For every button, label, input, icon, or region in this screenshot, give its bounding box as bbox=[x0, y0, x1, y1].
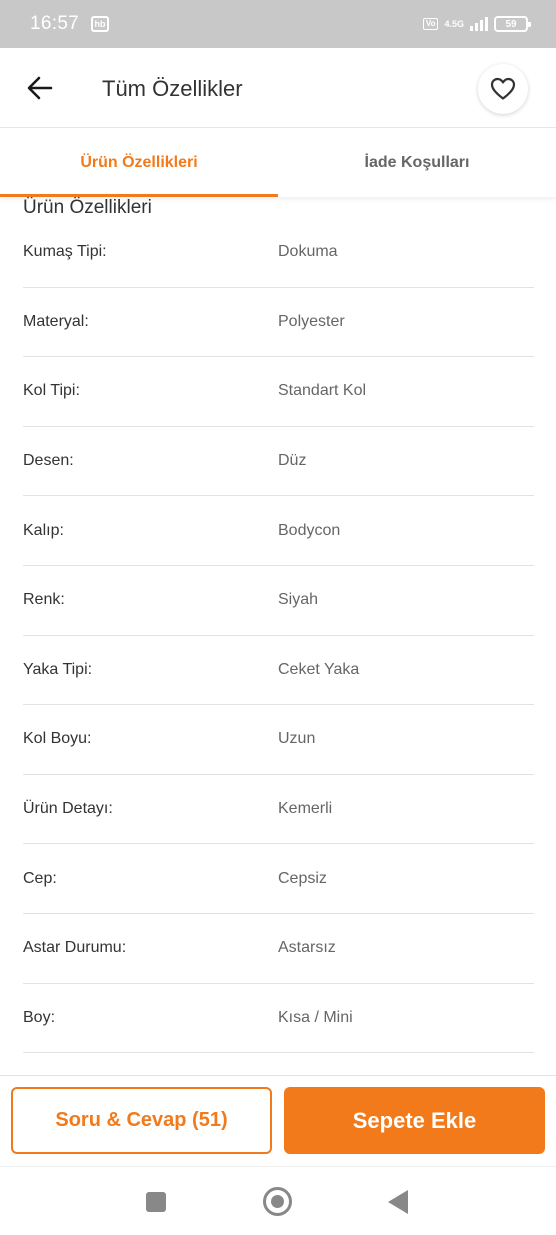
feature-row: Kol Tipi: Standart Kol bbox=[23, 357, 534, 427]
feature-value: Düz bbox=[278, 452, 307, 470]
tab-bar: Ürün Özellikleri İade Koşulları bbox=[0, 129, 556, 197]
feature-row: Yaka Tipi: Ceket Yaka bbox=[23, 636, 534, 706]
square-icon[interactable] bbox=[146, 1192, 166, 1212]
network-type: 4.5G bbox=[444, 18, 464, 29]
feature-key: Cep: bbox=[23, 869, 57, 887]
feature-row: Kumaş Tipi: Dokuma bbox=[23, 218, 534, 288]
feature-row: Kalıp: Bodycon bbox=[23, 496, 534, 566]
feature-key: Boy: bbox=[23, 1008, 56, 1026]
feature-key: Desen: bbox=[23, 452, 74, 470]
triangle-back-icon[interactable] bbox=[388, 1190, 408, 1214]
feature-key: Renk: bbox=[23, 591, 65, 609]
app-header: Tüm Özellikler bbox=[0, 48, 556, 128]
status-time: 16:57 bbox=[30, 13, 80, 34]
feature-key: Kalıp: bbox=[23, 521, 64, 539]
feature-value: Siyah bbox=[278, 591, 319, 609]
app-badge-icon: hb bbox=[91, 16, 110, 32]
feature-key: Materyal: bbox=[23, 312, 89, 330]
features-list: Kumaş Tipi: Dokuma Materyal: Polyester Kol… bbox=[23, 218, 534, 1054]
back-button[interactable] bbox=[24, 72, 56, 104]
feature-key: Kumaş Tipi: bbox=[23, 243, 107, 261]
features-content[interactable]: Ürün Özellikleri Kumaş Tipi: Dokuma Mater… bbox=[0, 197, 556, 1075]
status-bar: 16:57 hb Vo 4.5G 59 bbox=[0, 0, 556, 48]
arrow-left-icon bbox=[27, 76, 53, 100]
battery-icon: 59 bbox=[494, 16, 531, 32]
add-to-cart-button[interactable]: Sepete Ekle bbox=[284, 1087, 545, 1154]
feature-row: Astar Durumu: Astarsız bbox=[23, 914, 534, 984]
feature-value: Cepsiz bbox=[278, 869, 327, 887]
favorite-button[interactable] bbox=[478, 64, 528, 114]
feature-value: Polyester bbox=[278, 312, 345, 330]
feature-key: Kol Tipi: bbox=[23, 382, 80, 400]
feature-row: Materyal: Polyester bbox=[23, 288, 534, 358]
feature-value: Bodycon bbox=[278, 521, 341, 539]
feature-value: Uzun bbox=[278, 730, 316, 748]
feature-value: Kemerli bbox=[278, 800, 333, 818]
tab-return-conditions[interactable]: İade Koşulları bbox=[278, 129, 556, 197]
section-title: Ürün Özellikleri bbox=[23, 197, 152, 218]
questions-answers-button[interactable]: Soru & Cevap (51) bbox=[11, 1087, 272, 1154]
signal-icon bbox=[470, 17, 488, 31]
feature-row: Desen: Düz bbox=[23, 427, 534, 497]
feature-row: Renk: Siyah bbox=[23, 566, 534, 636]
feature-value: Ceket Yaka bbox=[278, 660, 360, 678]
feature-row: Boy: Kısa / Mini bbox=[23, 984, 534, 1054]
page-title: Tüm Özellikler bbox=[102, 76, 243, 101]
feature-value: Kısa / Mini bbox=[278, 1008, 353, 1026]
bottom-action-bar: Soru & Cevap (51) Sepete Ekle bbox=[0, 1075, 556, 1166]
volte-icon: Vo bbox=[422, 18, 439, 30]
feature-row: Ürün Detayı: Kemerli bbox=[23, 775, 534, 845]
feature-value: Astarsız bbox=[278, 939, 336, 957]
feature-key: Ürün Detayı: bbox=[23, 800, 113, 818]
battery-level: 59 bbox=[505, 18, 517, 30]
feature-key: Kol Boyu: bbox=[23, 730, 92, 748]
feature-value: Dokuma bbox=[278, 243, 338, 261]
circle-home-icon[interactable] bbox=[263, 1187, 292, 1216]
feature-key: Astar Durumu: bbox=[23, 939, 127, 957]
system-nav-bar bbox=[0, 1166, 556, 1235]
feature-row: Cep: Cepsiz bbox=[23, 844, 534, 914]
feature-key: Yaka Tipi: bbox=[23, 660, 93, 678]
feature-row: Kol Boyu: Uzun bbox=[23, 705, 534, 775]
tab-product-features[interactable]: Ürün Özellikleri bbox=[0, 129, 278, 197]
status-icons: Vo 4.5G 59 bbox=[422, 16, 531, 32]
heart-icon bbox=[490, 77, 516, 100]
feature-value: Standart Kol bbox=[278, 382, 367, 400]
